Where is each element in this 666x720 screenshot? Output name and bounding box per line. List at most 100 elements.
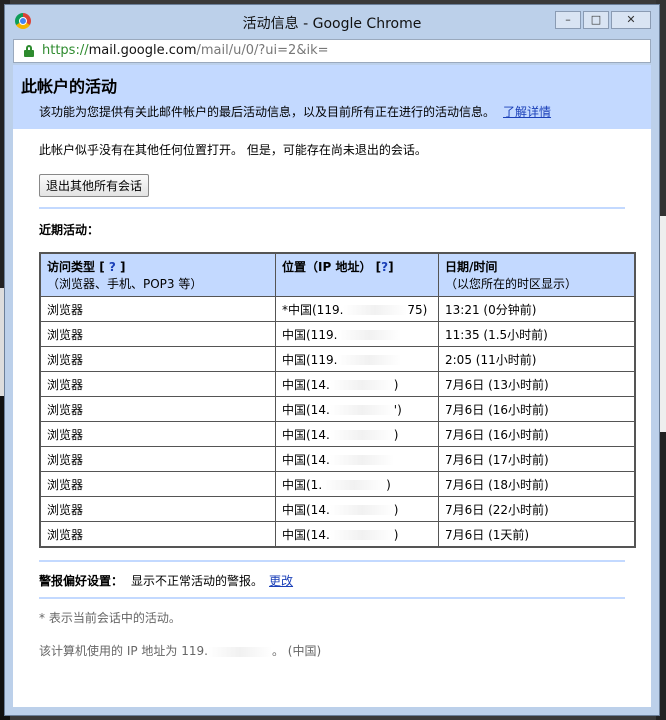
table-row: 浏览器 中国(14.) 7月6日 (16小时前)	[39, 421, 636, 447]
location-text: 中国(14.	[282, 427, 330, 442]
location-cell: 中国(14.)	[275, 371, 439, 397]
location-end: 75)	[407, 302, 428, 317]
url-host: mail.google.com	[88, 43, 197, 58]
location-text: 中国(119.	[282, 352, 338, 367]
location-header-text: 位置（IP 地址）	[282, 260, 372, 274]
redacted-ip	[322, 480, 387, 490]
location-end: )	[386, 477, 391, 492]
minimize-button[interactable]: –	[555, 11, 581, 29]
divider	[39, 207, 625, 209]
location-cell: 中国(119.	[275, 321, 439, 347]
access-type-cell: 浏览器	[39, 321, 276, 347]
location-help-link[interactable]: ?	[381, 260, 388, 274]
date-time-cell: 2:05 (11小时前)	[438, 346, 636, 372]
table-row: 浏览器 *中国(119. 75) 13:21 (0分钟前)	[39, 296, 636, 322]
alert-preferences-value: 显示不正常活动的警报。	[131, 574, 264, 588]
location-cell: 中国(1.)	[275, 471, 439, 497]
table-row: 浏览器 中国(119. 2:05 (11小时前)	[39, 346, 636, 372]
type-help-link[interactable]: ?	[109, 260, 116, 274]
access-type-cell: 浏览器	[39, 371, 276, 397]
location-cell: 中国(14.)	[275, 496, 439, 522]
redacted-ip	[329, 380, 394, 390]
access-type-cell: 浏览器	[39, 396, 276, 422]
redacted-ip	[329, 505, 394, 515]
date-time-cell: 7月6日 (16小时前)	[438, 421, 636, 447]
recent-activity-label: 近期活动：	[39, 223, 100, 237]
learn-more-link[interactable]: 了解详情	[503, 105, 551, 119]
redacted-ip	[207, 646, 272, 657]
close-button[interactable]: ✕	[611, 11, 651, 29]
url-scheme: https://	[42, 43, 89, 58]
page-content: 此帐户的活动 该功能为您提供有关此邮件帐户的最后活动信息，以及目前所有正在进行的…	[13, 65, 651, 707]
type-header-text: 访问类型	[47, 260, 96, 274]
table-row: 浏览器 中国(14.) 7月6日 (1天前)	[39, 521, 636, 548]
table-row: 浏览器 中国(14.) 7月6日 (22小时前)	[39, 496, 636, 522]
access-type-cell: 浏览器	[39, 521, 276, 548]
column-header-date: 日期/时间 （以您所在的时区显示）	[438, 252, 636, 297]
table-row: 浏览器 中国(14. ') 7月6日 (16小时前)	[39, 396, 636, 422]
address-bar[interactable]: https://mail.google.com/mail/u/0/?ui=2&i…	[13, 39, 651, 63]
date-header-text: 日期/时间	[445, 260, 498, 274]
date-time-cell: 7月6日 (18小时前)	[438, 471, 636, 497]
location-text: 中国(1.	[282, 477, 323, 492]
table-row: 浏览器 中国(14.) 7月6日 (13小时前)	[39, 371, 636, 397]
change-alerts-link[interactable]: 更改	[269, 574, 293, 588]
table-row: 浏览器 中国(119. 11:35 (1.5小时前)	[39, 321, 636, 347]
activity-table: 访问类型 [ ? ] （浏览器、手机、POP3 等） 位置（IP 地址） [?]…	[39, 252, 636, 548]
popup-window: 活动信息 - Google Chrome – □ ✕ https://mail.…	[4, 4, 660, 716]
column-header-location: 位置（IP 地址） [?]	[275, 252, 439, 297]
location-text: 中国(14.	[282, 527, 330, 542]
url-path: /mail/u/0/?ui=2&ik=	[196, 43, 329, 58]
location-cell: 中国(14.)	[275, 421, 439, 447]
window-controls: – □ ✕	[555, 11, 651, 29]
date-time-cell: 13:21 (0分钟前)	[438, 296, 636, 322]
divider	[39, 597, 625, 599]
access-type-cell: 浏览器	[39, 496, 276, 522]
redacted-ip	[343, 305, 408, 315]
location-cell: 中国(14. ')	[275, 396, 439, 422]
location-cell: *中国(119. 75)	[275, 296, 439, 322]
redacted-ip	[329, 530, 394, 540]
location-end: ')	[393, 402, 402, 417]
title-bar[interactable]: 活动信息 - Google Chrome – □ ✕	[5, 5, 659, 37]
redacted-ip	[337, 355, 402, 365]
date-time-cell: 7月6日 (17小时前)	[438, 446, 636, 472]
location-end: )	[393, 502, 399, 517]
access-type-cell: 浏览器	[39, 296, 276, 322]
location-end: )	[393, 377, 399, 392]
table-row: 浏览器 中国(14. 7月6日 (17小时前)	[39, 446, 636, 472]
ip-prefix: 该计算机使用的 IP 地址为 119.	[39, 644, 208, 658]
date-header-sub: （以您所在的时区显示）	[445, 277, 578, 291]
access-type-cell: 浏览器	[39, 421, 276, 447]
signout-all-sessions-button[interactable]: 退出其他所有会话	[39, 174, 150, 197]
location-end: )	[393, 427, 399, 442]
date-time-cell: 7月6日 (22小时前)	[438, 496, 636, 522]
column-header-type: 访问类型 [ ? ] （浏览器、手机、POP3 等）	[39, 252, 276, 297]
redacted-ip	[329, 430, 394, 440]
table-row: 浏览器 中国(1.) 7月6日 (18小时前)	[39, 471, 636, 497]
description-text: 该功能为您提供有关此邮件帐户的最后活动信息，以及目前所有正在进行的活动信息。	[39, 105, 496, 119]
access-type-cell: 浏览器	[39, 346, 276, 372]
location-cell: 中国(14.)	[275, 521, 439, 548]
location-text: *中国(119.	[282, 302, 344, 317]
redacted-ip	[337, 330, 402, 340]
page-title: 此帐户的活动	[21, 77, 118, 96]
alert-preferences-label: 警报偏好设置：	[39, 574, 124, 588]
type-header-sub: （浏览器、手机、POP3 等）	[47, 277, 203, 291]
lock-icon	[24, 45, 34, 57]
ip-suffix: 。 (中国)	[271, 644, 322, 658]
redacted-ip	[329, 455, 394, 465]
location-cell: 中国(14.	[275, 446, 439, 472]
location-text: 中国(14.	[282, 502, 330, 517]
location-text: 中国(14.	[282, 402, 330, 417]
location-text: 中国(14.	[282, 377, 330, 392]
location-text: 中国(14.	[282, 452, 330, 467]
ip-address-line: 该计算机使用的 IP 地址为 119. 。 (中国)	[39, 642, 625, 659]
maximize-button[interactable]: □	[583, 11, 609, 29]
activity-rows: 浏览器 *中国(119. 75) 13:21 (0分钟前) 浏览器 中国(119. 11:3…	[39, 296, 636, 548]
table-header-row: 访问类型 [ ? ] （浏览器、手机、POP3 等） 位置（IP 地址） [?]…	[39, 252, 636, 297]
page-header: 此帐户的活动 该功能为您提供有关此邮件帐户的最后活动信息，以及目前所有正在进行的…	[13, 65, 651, 129]
location-end: )	[393, 527, 399, 542]
location-text: 中国(119.	[282, 327, 338, 342]
access-type-cell: 浏览器	[39, 471, 276, 497]
